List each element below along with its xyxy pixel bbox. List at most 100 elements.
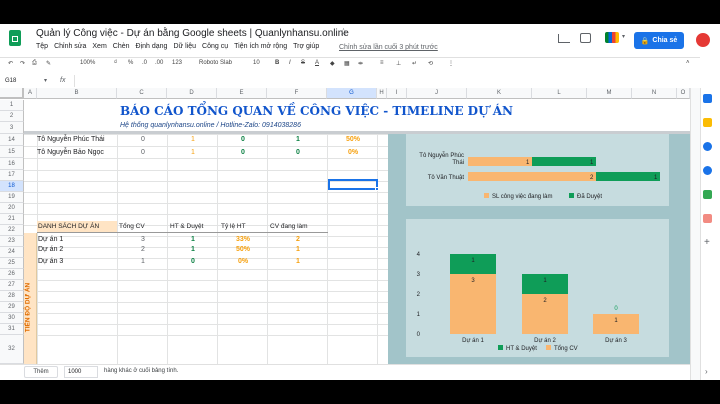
project-doing[interactable]: 1 (268, 258, 328, 265)
column-header[interactable]: E (217, 88, 267, 99)
meet-dropdown-icon[interactable]: ▾ (622, 33, 625, 40)
row-header[interactable]: 3 (0, 122, 24, 134)
maps-icon[interactable] (703, 190, 712, 199)
column-header[interactable]: O (677, 88, 690, 99)
addon-icon[interactable] (703, 214, 712, 223)
borders-icon[interactable]: ▦ (344, 60, 350, 67)
project-rate[interactable]: 0% (218, 258, 268, 265)
column-header[interactable]: K (467, 88, 532, 99)
column-header[interactable]: F (267, 88, 327, 99)
project-name[interactable]: Dự án 1 (38, 236, 63, 243)
namebox[interactable]: G18 (5, 78, 16, 84)
redo-icon[interactable]: ↷ (20, 60, 25, 67)
get-addons-icon[interactable]: + (704, 237, 710, 248)
fill-color-icon[interactable]: ◆ (330, 60, 335, 67)
person-c[interactable]: 0 (118, 136, 168, 143)
row-header[interactable]: 15 (0, 146, 24, 158)
row-header[interactable]: 27 (0, 280, 24, 291)
row-header[interactable]: 25 (0, 258, 24, 269)
menu-item[interactable]: Dữ liệu (173, 43, 196, 53)
project-total[interactable]: 1 (118, 258, 168, 265)
row-header[interactable]: 21 (0, 214, 24, 225)
row-header[interactable]: 20 (0, 203, 24, 214)
formula-input[interactable] (74, 75, 690, 87)
person-f[interactable]: 0 (268, 149, 328, 156)
text-color-button[interactable]: A (315, 60, 319, 66)
wrap-icon[interactable]: ↵ (412, 60, 417, 67)
select-all-corner[interactable] (0, 88, 24, 99)
vertical-scrollbar[interactable] (690, 88, 700, 380)
project-done[interactable]: 1 (168, 246, 218, 253)
zoom-select[interactable]: 100% (80, 60, 95, 66)
chart-people[interactable]: Tô Nguyễn Phúc Thái 1 1 Tô Văn Thuật 2 1 SL côn… (406, 134, 669, 206)
chart-projects[interactable]: 0 1 2 3 4 3 1 Dự án 1 2 1 Dự án 2 1 0 Dự án 3 HT & Duy… (406, 219, 669, 357)
align-icon[interactable]: ≡ (380, 60, 384, 66)
selected-cell[interactable] (328, 179, 378, 190)
add-rows-input[interactable]: 1000 (64, 366, 98, 378)
column-header[interactable]: M (587, 88, 632, 99)
person-f[interactable]: 1 (268, 136, 328, 143)
menu-item[interactable]: Chỉnh sửa (54, 43, 86, 53)
menu-item[interactable]: Công cụ (202, 43, 228, 53)
person-d[interactable]: 1 (168, 136, 218, 143)
project-rate[interactable]: 33% (218, 236, 268, 243)
column-header[interactable]: G (327, 88, 377, 99)
project-total[interactable]: 2 (118, 246, 168, 253)
merge-icon[interactable]: ⇹ (358, 60, 363, 67)
menu-item[interactable]: Xem (92, 43, 106, 53)
column-header[interactable]: D (167, 88, 217, 99)
row-header[interactable]: 16 (0, 158, 24, 170)
calendar-icon[interactable] (703, 94, 712, 103)
row-header[interactable]: 23 (0, 236, 24, 247)
column-header[interactable]: B (37, 88, 117, 99)
number-format-select[interactable]: 123 (172, 60, 182, 66)
font-select[interactable]: Roboto Slab (199, 60, 232, 66)
person-d[interactable]: 1 (168, 149, 218, 156)
sheets-logo-icon[interactable] (9, 30, 21, 46)
column-header[interactable]: H (377, 88, 387, 99)
meet-icon[interactable] (605, 32, 619, 43)
person-e[interactable]: 0 (218, 136, 268, 143)
row-header[interactable]: 17 (0, 170, 24, 181)
contacts-icon[interactable] (703, 166, 712, 175)
column-header[interactable]: I (387, 88, 407, 99)
row-header[interactable]: 14 (0, 134, 24, 146)
column-header[interactable]: J (407, 88, 467, 99)
menu-item[interactable]: Định dạng (136, 43, 168, 53)
namebox-dropdown-icon[interactable]: ▾ (44, 77, 47, 84)
person-name[interactable]: Tô Nguyễn Bảo Ngọc (37, 149, 104, 156)
print-icon[interactable]: ⎙ (32, 60, 37, 67)
selection-handle[interactable] (375, 187, 379, 191)
increase-decimal-button[interactable]: .00 (155, 60, 163, 66)
row-header[interactable]: 30 (0, 313, 24, 324)
column-header[interactable]: L (532, 88, 587, 99)
project-done[interactable]: 0 (168, 258, 218, 265)
row-header[interactable]: 2 (0, 111, 24, 122)
strikethrough-button[interactable]: S (301, 60, 305, 66)
undo-icon[interactable]: ↶ (8, 60, 13, 67)
decrease-decimal-button[interactable]: .0 (142, 60, 147, 66)
column-header[interactable]: C (117, 88, 167, 99)
row-header[interactable]: 26 (0, 269, 24, 280)
project-doing[interactable]: 1 (268, 246, 328, 253)
add-rows-button[interactable]: Thêm (24, 366, 58, 378)
more-icon[interactable]: ⋮ (448, 60, 454, 67)
row-header[interactable]: 1 (0, 100, 24, 111)
bold-button[interactable]: B (275, 60, 279, 66)
share-button[interactable]: 🔒 Chia sẻ (634, 32, 684, 49)
tasks-icon[interactable] (703, 142, 712, 151)
project-doing[interactable]: 2 (268, 236, 328, 243)
row-header[interactable]: 29 (0, 302, 24, 313)
column-header[interactable]: N (632, 88, 677, 99)
valign-icon[interactable]: ⊥ (396, 60, 401, 67)
keep-icon[interactable] (703, 118, 712, 127)
person-g[interactable]: 50% (328, 136, 378, 143)
menu-item[interactable]: Trợ giúp (293, 43, 319, 53)
comment-icon[interactable] (580, 33, 591, 43)
paint-format-icon[interactable]: ✎ (46, 60, 51, 67)
currency-button[interactable]: ₫ (114, 60, 117, 66)
column-header[interactable]: A (24, 88, 37, 99)
person-g[interactable]: 0% (328, 149, 378, 156)
project-name[interactable]: Dự án 2 (38, 246, 63, 253)
project-rate[interactable]: 50% (218, 246, 268, 253)
